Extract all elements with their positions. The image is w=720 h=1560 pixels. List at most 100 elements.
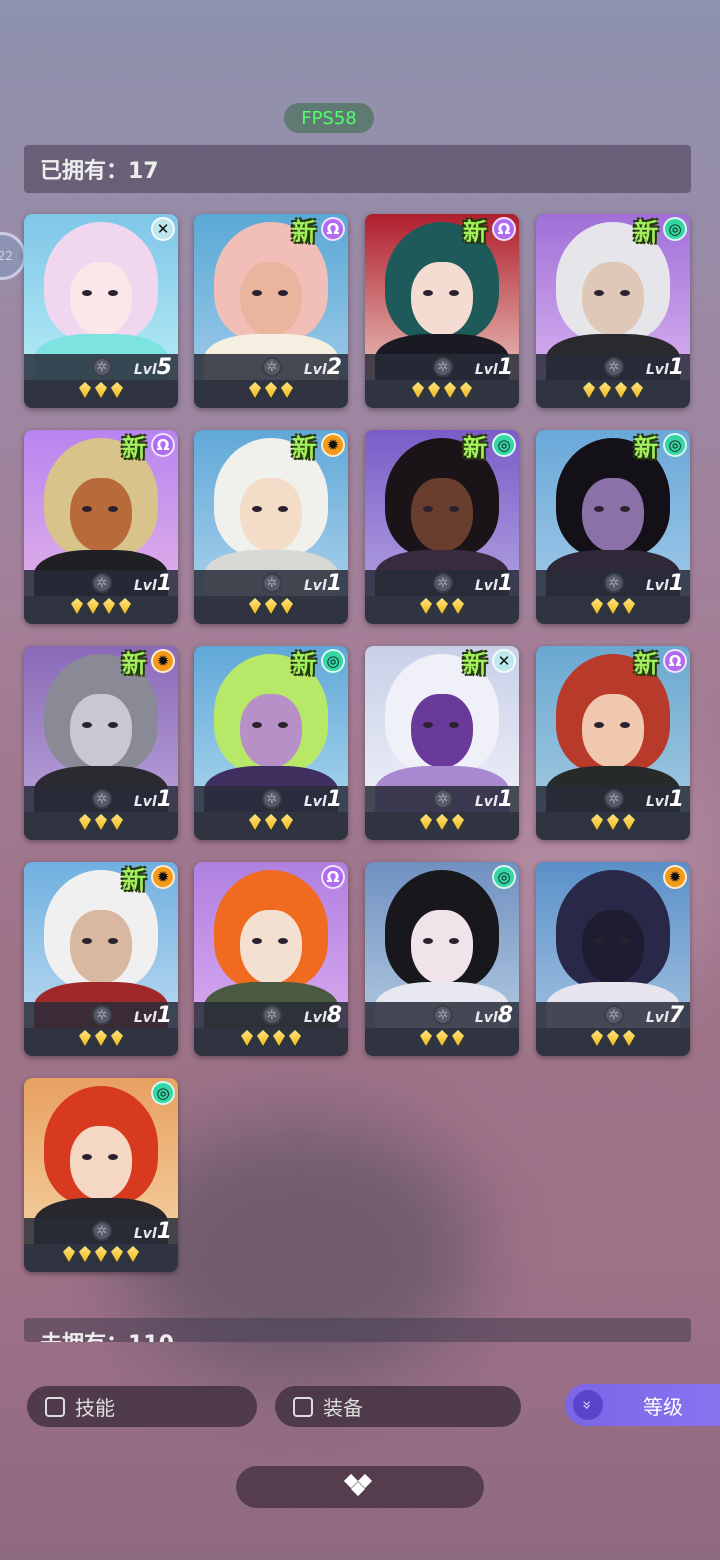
- gear-icon: ✲: [433, 573, 453, 593]
- new-badge: 新: [634, 650, 658, 678]
- gear-icon: ✲: [433, 1005, 453, 1025]
- hero-card[interactable]: ✲ Lvl1 ✹ 新: [24, 862, 178, 1056]
- hero-card[interactable]: ✲ Lvl5 ✕: [24, 214, 178, 408]
- star-gem-icon: [63, 1246, 75, 1262]
- omega-class-icon: Ω: [663, 649, 687, 673]
- star-gem-icon: [420, 598, 432, 614]
- star-gem-icon: [111, 1246, 123, 1262]
- new-badge: 新: [122, 434, 146, 462]
- hero-stars: [24, 382, 178, 406]
- star-gem-icon: [623, 598, 635, 614]
- skill-checkbox[interactable]: [45, 1396, 65, 1417]
- sort-level-label: 等级: [643, 1394, 683, 1419]
- hero-stars: [365, 382, 519, 406]
- hero-card[interactable]: ✲ Lvl1 Ω 新: [24, 430, 178, 624]
- hero-card[interactable]: ✲ Lvl1 ✹ 新: [194, 430, 348, 624]
- hero-level: Lvl1: [133, 571, 172, 596]
- owned-header: 已拥有：17: [24, 145, 691, 193]
- gear-icon: ✲: [604, 357, 624, 377]
- star-gem-icon: [412, 382, 424, 398]
- swirl-class-icon: ◎: [151, 1081, 175, 1105]
- new-badge: 新: [463, 650, 487, 678]
- hero-card[interactable]: ✲ Lvl2 Ω 新: [194, 214, 348, 408]
- star-gem-icon: [95, 1030, 107, 1046]
- sun-class-icon: ✹: [151, 865, 175, 889]
- star-gem-icon: [111, 382, 123, 398]
- star-gem-icon: [591, 598, 603, 614]
- star-gem-icon: [591, 814, 603, 830]
- hero-card[interactable]: ✲ Lvl1 ✕ 新: [365, 646, 519, 840]
- star-gem-icon: [119, 598, 131, 614]
- swirl-class-icon: ◎: [492, 865, 516, 889]
- swirl-class-icon: ◎: [663, 217, 687, 241]
- hero-level: Lvl1: [133, 1219, 172, 1244]
- star-gem-icon: [95, 814, 107, 830]
- star-gem-icon: [95, 382, 107, 398]
- hero-card[interactable]: ✲ Lvl8 Ω: [194, 862, 348, 1056]
- star-gem-icon: [71, 598, 83, 614]
- equip-checkbox[interactable]: [293, 1396, 313, 1417]
- omega-class-icon: Ω: [492, 217, 516, 241]
- star-gem-icon: [103, 598, 115, 614]
- star-gem-icon: [591, 1030, 603, 1046]
- star-gem-icon: [452, 814, 464, 830]
- omega-class-icon: Ω: [321, 217, 345, 241]
- chevron-down-icon: »: [573, 1390, 603, 1420]
- unowned-header-text: 未拥有：110: [40, 1326, 174, 1342]
- hero-card[interactable]: ✲ Lvl7 ✹: [536, 862, 690, 1056]
- gear-icon: ✲: [262, 1005, 282, 1025]
- gear-icon: ✲: [262, 573, 282, 593]
- hero-level: Lvl1: [645, 571, 684, 596]
- star-gem-icon: [607, 1030, 619, 1046]
- star-gem-icon: [95, 1246, 107, 1262]
- star-gem-icon: [631, 382, 643, 398]
- sun-class-icon: ✹: [321, 433, 345, 457]
- unowned-header: 未拥有：110: [24, 1318, 691, 1342]
- collapse-button[interactable]: [236, 1466, 484, 1508]
- new-badge: 新: [463, 218, 487, 246]
- hero-level: Lvl1: [474, 355, 513, 380]
- hero-card[interactable]: ✲ Lvl1 ◎ 新: [536, 214, 690, 408]
- hero-card[interactable]: ✲ Lvl1 ◎: [24, 1078, 178, 1272]
- equip-filter[interactable]: 装备: [275, 1386, 521, 1427]
- new-badge: 新: [634, 434, 658, 462]
- star-gem-icon: [607, 814, 619, 830]
- star-gem-icon: [79, 1030, 91, 1046]
- star-gem-icon: [607, 598, 619, 614]
- x-class-icon: ✕: [151, 217, 175, 241]
- hero-level: Lvl5: [133, 355, 172, 380]
- gear-icon: ✲: [433, 357, 453, 377]
- swirl-class-icon: ◎: [492, 433, 516, 457]
- hero-stars: [536, 382, 690, 406]
- side-badge[interactable]: 22: [0, 232, 26, 280]
- star-gem-icon: [281, 814, 293, 830]
- hero-stars: [24, 1246, 178, 1270]
- hero-level: Lvl1: [133, 787, 172, 812]
- star-gem-icon: [127, 1246, 139, 1262]
- hero-card[interactable]: ✲ Lvl1 ✹ 新: [24, 646, 178, 840]
- star-gem-icon: [281, 382, 293, 398]
- hero-card[interactable]: ✲ Lvl1 Ω 新: [365, 214, 519, 408]
- new-badge: 新: [292, 218, 316, 246]
- hero-level: Lvl8: [303, 1003, 342, 1028]
- hero-card[interactable]: ✲ Lvl1 Ω 新: [536, 646, 690, 840]
- star-gem-icon: [460, 382, 472, 398]
- star-gem-icon: [420, 814, 432, 830]
- star-gem-icon: [265, 814, 277, 830]
- gear-icon: ✲: [92, 789, 112, 809]
- hero-level: Lvl1: [474, 787, 513, 812]
- hero-card[interactable]: ✲ Lvl8 ◎: [365, 862, 519, 1056]
- hero-card[interactable]: ✲ Lvl1 ◎ 新: [194, 646, 348, 840]
- star-gem-icon: [249, 814, 261, 830]
- hero-card[interactable]: ✲ Lvl1 ◎ 新: [365, 430, 519, 624]
- star-gem-icon: [249, 598, 261, 614]
- hero-level: Lvl1: [645, 355, 684, 380]
- star-gem-icon: [257, 1030, 269, 1046]
- skill-filter[interactable]: 技能: [27, 1386, 257, 1427]
- hero-level: Lvl1: [303, 787, 342, 812]
- star-gem-icon: [79, 814, 91, 830]
- star-gem-icon: [79, 1246, 91, 1262]
- hero-stars: [194, 814, 348, 838]
- hero-card[interactable]: ✲ Lvl1 ◎ 新: [536, 430, 690, 624]
- sort-level-button[interactable]: » 等级: [565, 1384, 720, 1426]
